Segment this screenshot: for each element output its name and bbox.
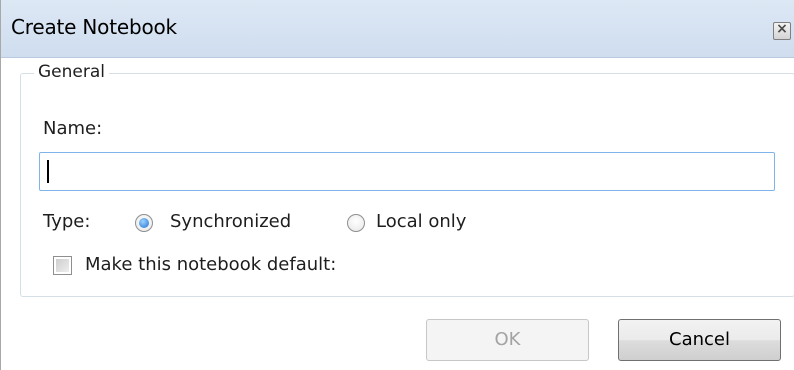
close-icon: × xyxy=(776,21,788,37)
create-notebook-dialog: Create Notebook × General Name: Type: Sy… xyxy=(0,0,794,370)
default-notebook-checkbox-label[interactable]: Make this notebook default: xyxy=(85,254,336,275)
name-label: Name: xyxy=(43,118,103,139)
synchronized-radio-label[interactable]: Synchronized xyxy=(170,211,291,232)
synchronized-radio[interactable] xyxy=(135,214,153,232)
text-caret xyxy=(47,160,49,183)
default-notebook-checkbox[interactable] xyxy=(53,256,72,275)
ok-button[interactable]: OK xyxy=(426,319,589,361)
dialog-title: Create Notebook xyxy=(11,15,177,39)
general-group-legend: General xyxy=(34,62,109,82)
close-button[interactable]: × xyxy=(773,21,791,40)
cancel-button[interactable]: Cancel xyxy=(618,319,781,361)
local-only-radio-label[interactable]: Local only xyxy=(376,211,466,232)
title-bar: Create Notebook × xyxy=(1,0,794,58)
name-input[interactable] xyxy=(39,152,775,191)
local-only-radio[interactable] xyxy=(347,214,365,232)
type-label: Type: xyxy=(43,211,91,232)
